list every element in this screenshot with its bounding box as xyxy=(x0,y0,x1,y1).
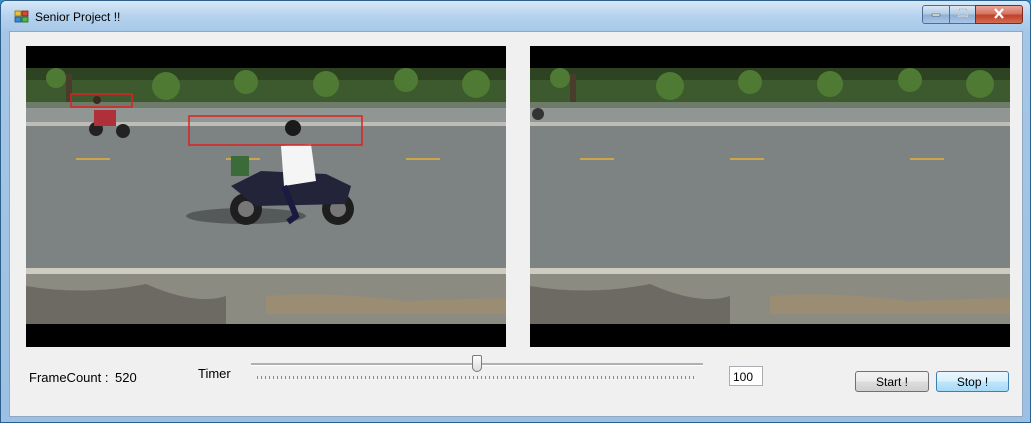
start-button[interactable]: Start ! xyxy=(855,371,929,392)
stop-button[interactable]: Stop ! xyxy=(936,371,1009,392)
minimize-icon xyxy=(930,8,942,21)
timer-value-input[interactable] xyxy=(729,366,763,386)
title-bar[interactable]: Senior Project !! xyxy=(1,1,1030,31)
maximize-icon xyxy=(957,8,969,21)
timer-slider[interactable] xyxy=(251,354,705,384)
frame-count-value: 520 xyxy=(115,370,137,385)
minimize-button[interactable] xyxy=(922,5,950,24)
detection-video-frame xyxy=(26,46,506,347)
close-button[interactable] xyxy=(975,5,1023,24)
timer-label: Timer xyxy=(198,366,231,381)
background-video-frame xyxy=(530,46,1010,347)
slider-ticks xyxy=(257,376,697,379)
app-icon[interactable] xyxy=(14,10,30,24)
frame-count-label: FrameCount : xyxy=(29,370,109,385)
window-title: Senior Project !! xyxy=(35,10,121,24)
close-icon xyxy=(992,7,1006,22)
form-client-area: FrameCount : 520 Timer Start ! Stop ! xyxy=(9,31,1023,417)
slider-thumb[interactable] xyxy=(472,355,482,372)
maximize-button[interactable] xyxy=(949,5,976,24)
app-window: Senior Project !! FrameCount: 520 Timer… xyxy=(0,0,1031,423)
